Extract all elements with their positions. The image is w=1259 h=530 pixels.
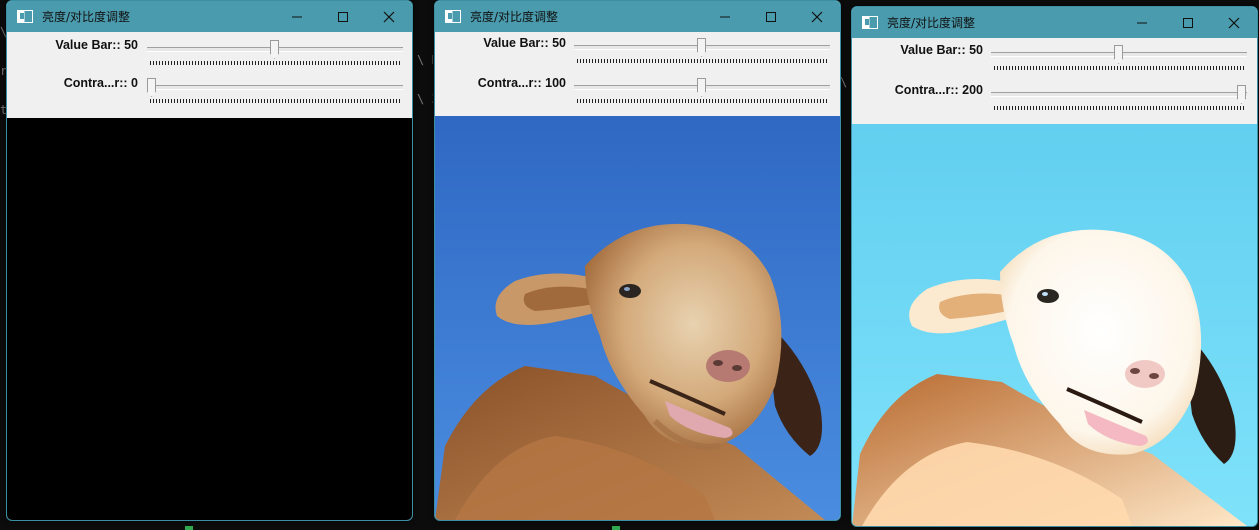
window-title: 亮度/对比度调整 <box>470 10 559 24</box>
slider-ticks <box>994 66 1244 70</box>
close-icon <box>383 11 395 22</box>
slider-ticks <box>150 99 400 103</box>
brightness-contrast-window-3[interactable]: 亮度/对比度调整 Value Bar:: 50 Contra...r:: 200 <box>851 6 1258 527</box>
minimize-icon <box>292 16 302 17</box>
maximize-icon <box>766 11 776 22</box>
value-slider[interactable] <box>574 35 830 67</box>
window-title: 亮度/对比度调整 <box>887 16 976 30</box>
brightness-contrast-window-1[interactable]: 亮度/对比度调整 Value Bar:: 50 Contra...r:: 0 <box>6 0 413 521</box>
trackbar-contrast: Contra...r:: 0 <box>7 75 412 109</box>
brightness-contrast-window-2[interactable]: 亮度/对比度调整 Value Bar:: 50 Contra...r:: 100 <box>434 0 841 521</box>
image-display-black <box>7 118 412 520</box>
minimize-icon <box>720 16 730 17</box>
trackbar-label: Contra...r:: 100 <box>477 76 566 90</box>
maximize-icon <box>1183 17 1193 28</box>
trackbar-contrast: Contra...r:: 100 <box>435 75 840 109</box>
window-titlebar[interactable]: 亮度/对比度调整 <box>435 1 840 32</box>
trackbar-value: Value Bar:: 50 <box>7 37 412 71</box>
trackbar-contrast: Contra...r:: 200 <box>852 82 1257 116</box>
trackbar-label: Contra...r:: 200 <box>894 83 983 97</box>
slider-thumb[interactable] <box>697 38 706 57</box>
lamb-photo <box>435 116 840 520</box>
value-slider[interactable] <box>991 42 1247 74</box>
slider-thumb[interactable] <box>1114 45 1123 64</box>
minimize-button[interactable] <box>702 1 748 32</box>
maximize-button[interactable] <box>1165 7 1211 38</box>
maximize-button[interactable] <box>320 1 366 32</box>
image-display-lamb-bright <box>852 124 1257 526</box>
window-title: 亮度/对比度调整 <box>42 10 131 24</box>
contrast-slider[interactable] <box>147 75 403 107</box>
minimize-icon <box>1137 22 1147 23</box>
slider-ticks <box>577 59 827 63</box>
close-icon <box>1228 17 1240 28</box>
close-button[interactable] <box>794 1 840 32</box>
slider-thumb[interactable] <box>1237 85 1246 104</box>
contrast-slider[interactable] <box>991 82 1247 114</box>
trackbar-label: Value Bar:: 50 <box>55 38 138 52</box>
maximize-icon <box>338 11 348 22</box>
minimize-button[interactable] <box>1119 7 1165 38</box>
app-window-icon <box>445 10 461 23</box>
terminal-text-middle: \ B5 \ 30 co ra ur <box>417 28 433 128</box>
slider-ticks <box>577 99 827 103</box>
trackbar-label: Contra...r:: 0 <box>63 76 138 90</box>
trackbar-value: Value Bar:: 50 <box>435 35 840 69</box>
slider-thumb[interactable] <box>270 40 279 59</box>
slider-thumb[interactable] <box>697 78 706 97</box>
window-titlebar[interactable]: 亮度/对比度调整 <box>852 7 1257 38</box>
trackbar-label: Value Bar:: 50 <box>900 43 983 57</box>
terminal-line: \ B5 <box>417 53 433 67</box>
app-window-icon <box>862 16 878 29</box>
taskbar-indicator <box>185 526 193 530</box>
contrast-slider[interactable] <box>574 75 830 107</box>
trackbar-label: Value Bar:: 50 <box>483 36 566 50</box>
maximize-button[interactable] <box>748 1 794 32</box>
lamb-photo-high-contrast <box>852 124 1257 526</box>
trackbar-value: Value Bar:: 50 <box>852 42 1257 76</box>
slider-ticks <box>150 61 400 65</box>
slider-ticks <box>994 106 1244 110</box>
window-titlebar[interactable]: 亮度/对比度调整 <box>7 1 412 32</box>
close-button[interactable] <box>1211 7 1257 38</box>
minimize-button[interactable] <box>274 1 320 32</box>
app-window-icon <box>17 10 33 23</box>
desktop: \ B5 ra t \ B5 \ 30 co ra ur \ 亮度/对比度调整 <box>0 0 1259 530</box>
terminal-line: \ 30 <box>417 92 433 106</box>
close-button[interactable] <box>366 1 412 32</box>
taskbar-indicator <box>612 526 620 530</box>
terminal-text-right: \ <box>840 50 850 110</box>
image-display-lamb <box>435 116 840 520</box>
value-slider[interactable] <box>147 37 403 69</box>
close-icon <box>811 11 823 22</box>
slider-groove <box>991 92 1247 97</box>
slider-groove <box>147 85 403 90</box>
terminal-line: \ <box>840 75 848 89</box>
slider-thumb[interactable] <box>147 78 156 97</box>
